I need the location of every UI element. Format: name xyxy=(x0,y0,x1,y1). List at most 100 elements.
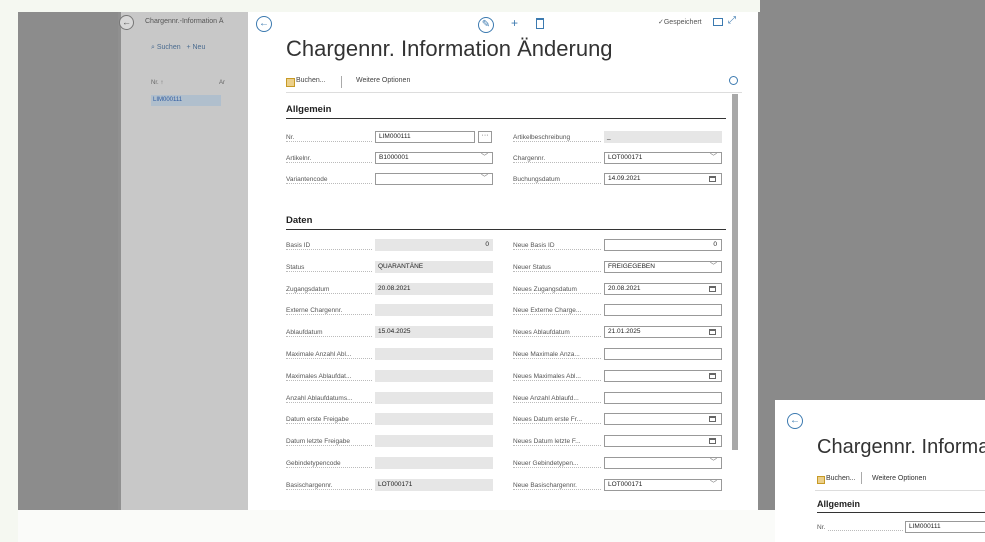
zoomed-dialog-preview: ← Chargennr. Informa Buchen... Weitere O… xyxy=(775,400,985,542)
add-icon[interactable]: + xyxy=(511,16,518,30)
data-field-8 xyxy=(375,413,493,425)
new-data-field-9[interactable] xyxy=(604,435,722,447)
post-button[interactable]: Buchen... xyxy=(296,77,326,84)
back-icon[interactable]: ← xyxy=(256,16,272,32)
chevron-down-icon[interactable]: ﹀ xyxy=(481,153,488,163)
calendar-icon[interactable] xyxy=(709,416,716,422)
section-data-title[interactable]: Daten xyxy=(286,215,312,226)
column-header-nr[interactable]: Nr. ↑ xyxy=(151,80,163,86)
edit-icon[interactable]: ✎ xyxy=(478,17,494,33)
selected-row[interactable]: LIM000111 xyxy=(151,95,221,106)
calendar-icon[interactable] xyxy=(709,373,716,379)
new-button[interactable]: + Neu xyxy=(186,44,205,51)
field-label-item-no: Artikelnr. xyxy=(286,155,314,162)
label-leader xyxy=(817,530,903,531)
data-field-5 xyxy=(375,348,493,360)
chevron-down-icon[interactable]: ﹀ xyxy=(481,174,488,184)
zoomed-section-divider xyxy=(817,512,985,513)
label-leader xyxy=(513,423,601,424)
field-label-item-description: Artikelbeschreibung xyxy=(513,134,573,141)
back-icon[interactable]: ← xyxy=(787,413,803,429)
field-label-new-3: Neue Externe Charge... xyxy=(513,307,584,314)
label-leader xyxy=(513,249,601,250)
field-label-5: Maximale Anzahl Abl... xyxy=(286,351,354,358)
field-label-9: Datum letzte Freigabe xyxy=(286,438,352,445)
field-label-4: Ablaufdatum xyxy=(286,329,325,336)
data-field-3 xyxy=(375,304,493,316)
label-leader xyxy=(513,489,601,490)
label-leader xyxy=(286,402,372,403)
calendar-icon[interactable] xyxy=(709,438,716,444)
new-data-field-2[interactable]: 20.08.2021 xyxy=(604,283,722,295)
label-leader xyxy=(286,183,372,184)
variant-code-field[interactable]: ﹀ xyxy=(375,173,493,185)
label-leader xyxy=(286,445,372,446)
background-list-page: ← Chargennr.-Information Ä ⌕ Suchen + Ne… xyxy=(119,12,258,510)
chevron-down-icon[interactable]: ﹀ xyxy=(710,458,717,468)
zoomed-nr-field[interactable]: LIM000111 xyxy=(905,521,985,533)
field-label-3: Externe Chargennr. xyxy=(286,307,345,314)
toolbar-divider-line xyxy=(815,490,985,491)
open-new-window-icon[interactable] xyxy=(713,18,723,26)
calendar-icon[interactable] xyxy=(709,176,716,182)
label-leader xyxy=(513,183,601,184)
field-label-8: Datum erste Freigabe xyxy=(286,416,351,423)
field-label-6: Maximales Ablaufdat... xyxy=(286,373,354,380)
zoomed-post-button[interactable]: Buchen... xyxy=(826,475,856,482)
lot-no-field[interactable]: LOT000171 ﹀ xyxy=(604,152,722,164)
new-data-field-0[interactable]: 0 xyxy=(604,239,722,251)
calendar-icon[interactable] xyxy=(709,286,716,292)
field-label-lot-no: Chargennr. xyxy=(513,155,548,162)
delete-icon[interactable] xyxy=(536,18,544,29)
field-label-new-5: Neue Maximale Anza... xyxy=(513,351,582,358)
nr-field[interactable]: LIM000111 xyxy=(375,131,475,143)
new-data-field-10[interactable]: ﹀ xyxy=(604,457,722,469)
search-button[interactable]: Suchen xyxy=(157,44,181,51)
posting-date-field[interactable]: 14.09.2021 xyxy=(604,173,722,185)
assist-edit-button[interactable]: ··· xyxy=(478,131,492,143)
field-label-new-1: Neuer Status xyxy=(513,264,553,271)
new-data-field-6[interactable] xyxy=(604,370,722,382)
chevron-down-icon[interactable]: ﹀ xyxy=(710,153,717,163)
field-label-1: Status xyxy=(286,264,307,271)
zoomed-more-options-button[interactable]: Weitere Optionen xyxy=(872,475,926,482)
zoomed-field-label-nr: Nr. xyxy=(817,524,828,531)
item-no-field[interactable]: B1000001 ﹀ xyxy=(375,152,493,164)
chevron-down-icon[interactable]: ﹀ xyxy=(710,480,717,490)
page-background-strip xyxy=(18,510,775,542)
expand-icon[interactable]: ⤢ xyxy=(728,15,736,26)
field-label-new-11: Neue Basischargennr. xyxy=(513,482,579,489)
new-data-field-5[interactable] xyxy=(604,348,722,360)
field-label-new-0: Neue Basis ID xyxy=(513,242,557,249)
dimmed-left-area xyxy=(18,12,118,510)
field-label-variant-code: Variantencode xyxy=(286,176,330,183)
toolbar-divider xyxy=(341,76,342,88)
label-leader xyxy=(286,423,372,424)
section-general-title[interactable]: Allgemein xyxy=(286,104,331,115)
new-data-field-8[interactable] xyxy=(604,413,722,425)
vertical-scrollbar[interactable] xyxy=(732,94,738,450)
field-label-new-10: Neuer Gebindetypen... xyxy=(513,460,581,467)
data-field-1: QUARANTÄNE xyxy=(375,261,493,273)
calendar-icon[interactable] xyxy=(709,329,716,335)
label-leader xyxy=(286,358,372,359)
more-options-button[interactable]: Weitere Optionen xyxy=(356,77,410,84)
new-data-field-1[interactable]: FREIGEGEBEN ﹀ xyxy=(604,261,722,273)
new-data-field-4[interactable]: 21.01.2025 xyxy=(604,326,722,338)
label-leader xyxy=(286,249,372,250)
back-icon[interactable]: ← xyxy=(119,15,134,30)
field-label-2: Zugangsdatum xyxy=(286,286,332,293)
zoomed-section-title[interactable]: Allgemein xyxy=(817,499,860,509)
new-data-field-7[interactable] xyxy=(604,392,722,404)
label-leader xyxy=(286,467,372,468)
chevron-down-icon[interactable]: ﹀ xyxy=(710,262,717,272)
new-data-field-3[interactable] xyxy=(604,304,722,316)
search-icon[interactable]: ⌕ xyxy=(151,44,155,51)
info-icon[interactable] xyxy=(729,76,738,85)
label-leader xyxy=(513,293,601,294)
data-field-7 xyxy=(375,392,493,404)
column-header-art[interactable]: Ar xyxy=(219,80,225,86)
new-data-field-11[interactable]: LOT000171 ﹀ xyxy=(604,479,722,491)
label-leader xyxy=(513,445,601,446)
label-leader xyxy=(513,380,601,381)
